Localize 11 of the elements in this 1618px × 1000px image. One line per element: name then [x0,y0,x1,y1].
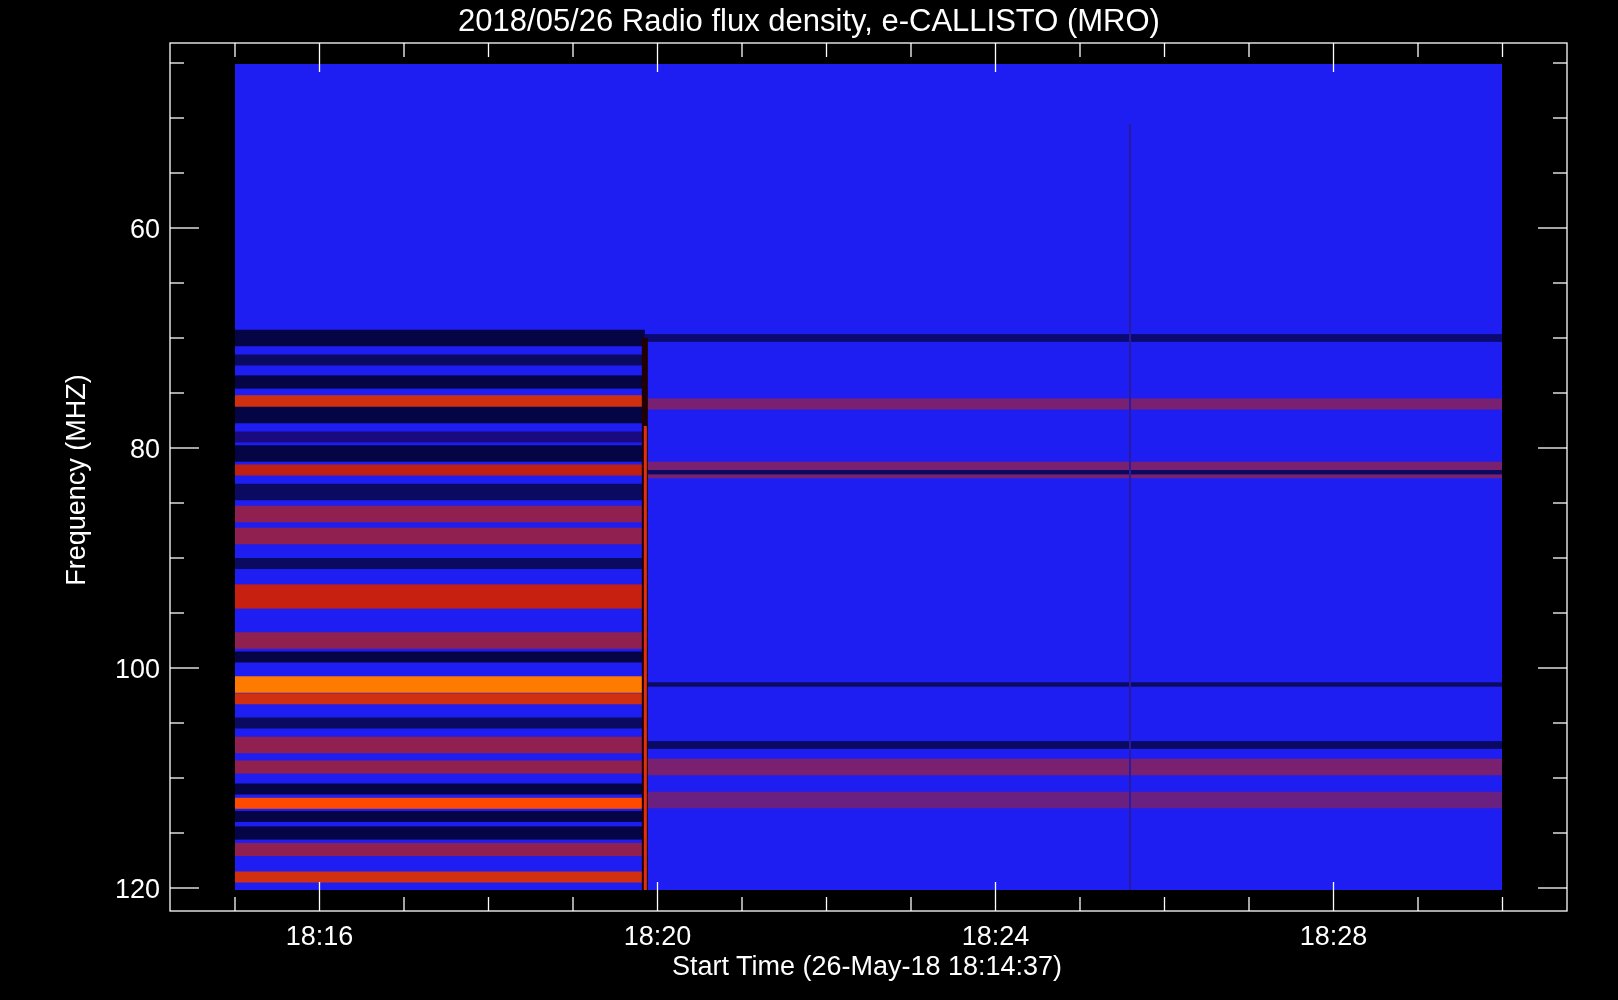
x-tick-label: 18:28 [1299,921,1368,951]
y-tick-label: 80 [129,434,160,464]
y-axis-label: Frequency (MHZ) [61,374,91,586]
y-tick-label: 100 [114,654,160,684]
x-tick-label: 18:16 [285,921,354,951]
y-tick-label: 120 [114,874,160,904]
y-tick-label: 60 [129,214,160,244]
x-tick-label: 18:20 [623,921,692,951]
chart-title: 2018/05/26 Radio flux density, e-CALLISTO (MRO) [458,3,1160,38]
x-axis-label: Start Time (26-May-18 18:14:37) [671,951,1063,981]
x-tick-label: 18:24 [961,921,1030,951]
